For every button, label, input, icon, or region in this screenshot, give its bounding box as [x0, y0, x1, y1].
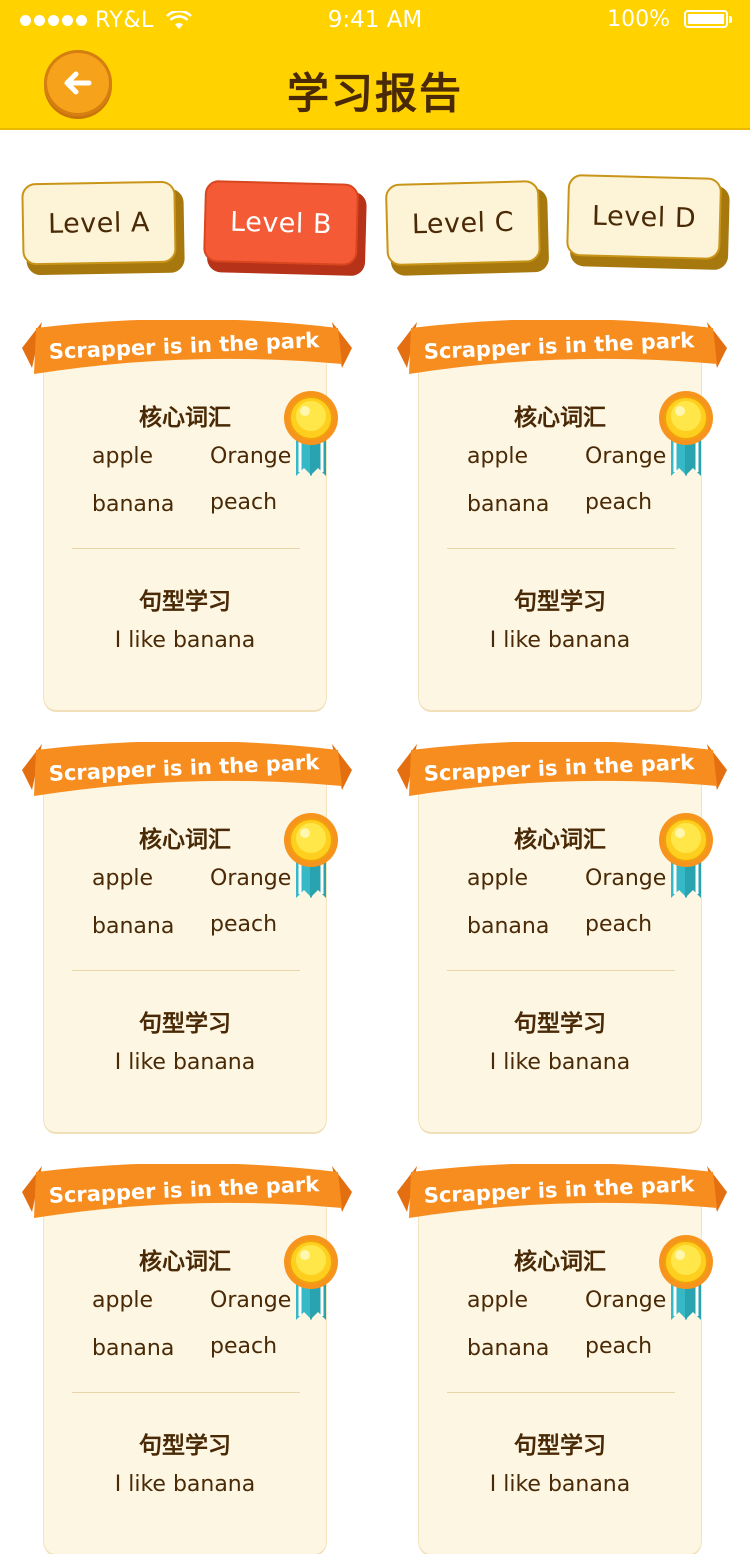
vocab-word: Orange [585, 1288, 667, 1313]
vocab-word: banana [92, 492, 175, 517]
battery-percentage: 100% [607, 7, 670, 32]
card-ribbon: Scrapper is in the park [22, 742, 352, 812]
card-ribbon: Scrapper is in the park [397, 742, 727, 812]
report-card[interactable]: Scrapper is in the park 核心词汇 apple Orang… [22, 742, 352, 1132]
tab-level-d[interactable]: Level D [566, 173, 730, 271]
report-card[interactable]: Scrapper is in the park 核心词汇 apple Orang… [397, 742, 727, 1132]
card-divider [72, 548, 300, 549]
sentence-section-title: 句型学习 [139, 589, 231, 615]
vocab-word: apple [92, 1288, 154, 1313]
vocab-word: banana [467, 1336, 550, 1361]
vocab-word: apple [92, 444, 154, 469]
card-divider [447, 970, 675, 971]
sentence-example: I like banana [114, 1050, 256, 1075]
report-card[interactable]: Scrapper is in the park 核心词汇 apple Orang… [397, 1164, 727, 1554]
report-card[interactable]: Scrapper is in the park 核心词汇 apple Orang… [397, 320, 727, 710]
sentence-section-title: 句型学习 [514, 589, 606, 615]
sentence-section-title: 句型学习 [139, 1433, 231, 1459]
sentence-example: I like banana [114, 1472, 256, 1497]
vocab-section-title: 核心词汇 [514, 405, 606, 431]
vocab-section-title: 核心词汇 [514, 1249, 606, 1275]
vocab-word: banana [92, 914, 175, 939]
vocab-word: peach [210, 1334, 278, 1359]
top-bar: RY&L 9:41 AM 100% 学习报告 [0, 0, 750, 130]
vocab-word: peach [585, 912, 653, 937]
vocab-section-title: 核心词汇 [514, 827, 606, 853]
vocab-word: apple [467, 444, 529, 469]
card-ribbon: Scrapper is in the park [22, 1164, 352, 1234]
sentence-example: I like banana [489, 1472, 631, 1497]
vocab-word: peach [585, 1334, 653, 1359]
vocab-section-title: 核心词汇 [139, 405, 231, 431]
sentence-example: I like banana [489, 628, 631, 653]
sentence-example: I like banana [114, 628, 256, 653]
status-bar: RY&L 9:41 AM 100% [0, 0, 750, 40]
vocab-section-title: 核心词汇 [139, 827, 231, 853]
vocab-word: banana [467, 914, 550, 939]
tab-label: Level A [21, 180, 177, 266]
sentence-section-title: 句型学习 [139, 1011, 231, 1037]
vocab-word: banana [92, 1336, 175, 1361]
sentence-section-title: 句型学习 [514, 1011, 606, 1037]
card-divider [72, 970, 300, 971]
card-ribbon: Scrapper is in the park [397, 320, 727, 390]
vocab-word: apple [467, 1288, 529, 1313]
vocab-word: peach [210, 912, 278, 937]
card-divider [447, 548, 675, 549]
report-card[interactable]: Scrapper is in the park 核心词汇 apple Orang… [22, 320, 352, 710]
vocab-section-title: 核心词汇 [139, 1249, 231, 1275]
tab-label: Level D [566, 173, 723, 260]
sentence-section-title: 句型学习 [514, 1433, 606, 1459]
sentence-example: I like banana [489, 1050, 631, 1075]
tab-level-a[interactable]: Level A [21, 180, 185, 276]
card-ribbon: Scrapper is in the park [22, 320, 352, 390]
tab-level-b[interactable]: Level B [203, 179, 367, 277]
page-title: 学习报告 [286, 69, 463, 118]
tab-label: Level B [203, 179, 360, 266]
tab-level-c[interactable]: Level C [384, 180, 550, 276]
card-divider [72, 1392, 300, 1393]
vocab-word: peach [210, 490, 278, 515]
vocab-word: Orange [585, 444, 667, 469]
vocab-word: Orange [210, 1288, 292, 1313]
vocab-word: Orange [210, 444, 292, 469]
vocab-word: apple [467, 866, 529, 891]
tab-label: Level C [384, 180, 541, 267]
vocab-word: Orange [210, 866, 292, 891]
vocab-word: banana [467, 492, 550, 517]
card-ribbon: Scrapper is in the park [397, 1164, 727, 1234]
report-card[interactable]: Scrapper is in the park 核心词汇 apple Orang… [22, 1164, 352, 1554]
vocab-word: Orange [585, 866, 667, 891]
card-divider [447, 1392, 675, 1393]
vocab-word: peach [585, 490, 653, 515]
battery-icon [684, 10, 732, 28]
vocab-word: apple [92, 866, 154, 891]
